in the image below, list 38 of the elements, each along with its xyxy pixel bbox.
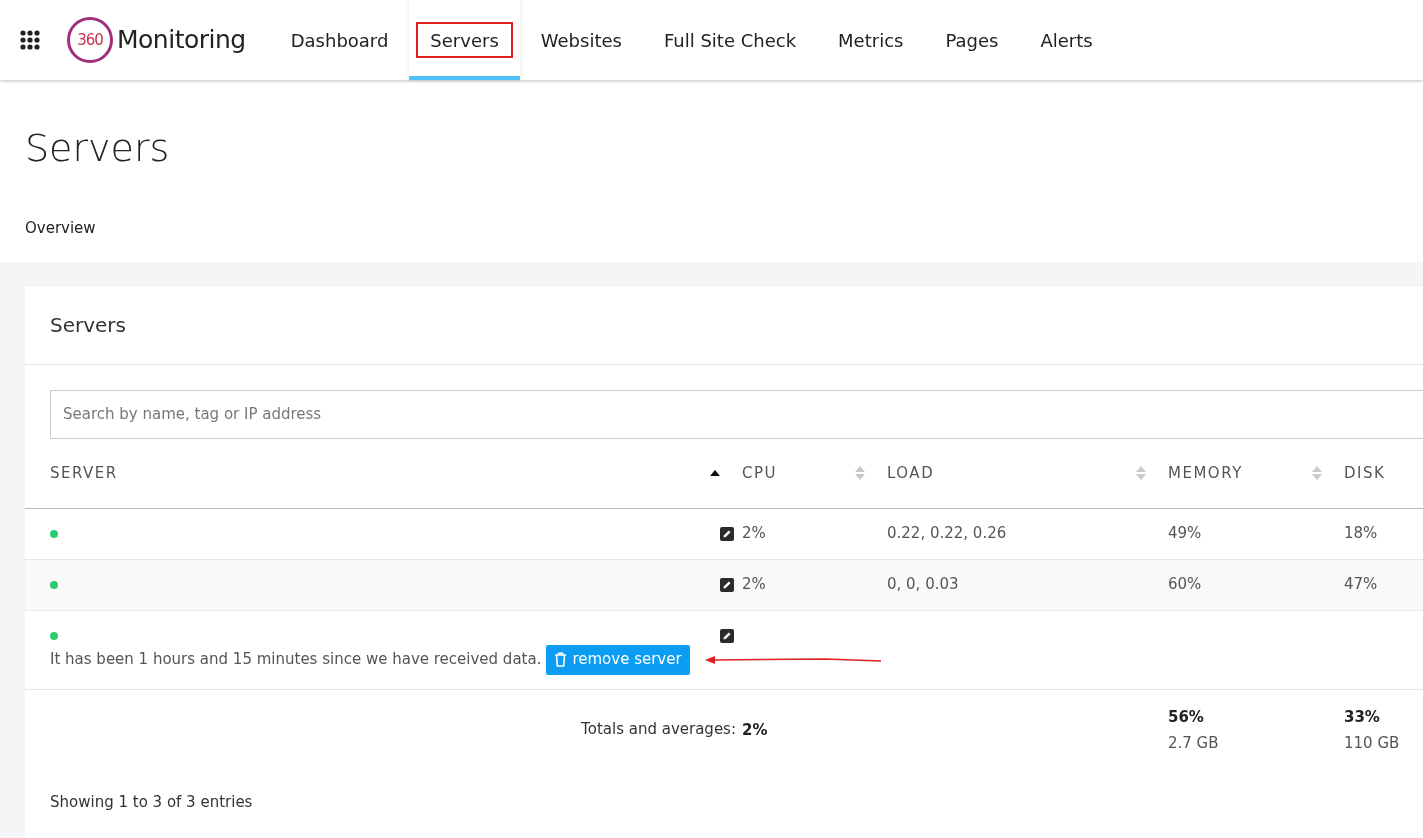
nav-tab[interactable]: Websites: [519, 0, 643, 80]
column-header[interactable]: MEMORY: [1168, 461, 1243, 485]
memory-total: 56%: [1168, 706, 1205, 728]
cpu-total: 2%: [742, 720, 768, 739]
nav-tab[interactable]: Alerts: [1019, 0, 1114, 80]
memory-cell-text: 49%: [1167, 523, 1203, 545]
totals-label: Totals and averages:: [581, 718, 736, 740]
edit-icon[interactable]: [720, 628, 734, 643]
column-header[interactable]: LOAD: [887, 461, 935, 485]
disk-cell-text: 18%: [1343, 523, 1379, 545]
logo-mark: 360: [67, 17, 113, 63]
breadcrumb-link[interactable]: Overview: [25, 217, 96, 240]
load-cell-text: 0, 0, 0.03: [886, 574, 960, 596]
app-grid-icon[interactable]: [20, 30, 40, 50]
edit-icon[interactable]: [720, 577, 734, 592]
disk-total: 33%: [1344, 706, 1381, 728]
cpu-cell-text: 2%: [741, 574, 767, 596]
card-title: Servers: [25, 286, 1423, 365]
stale-data-message: It has been 1 hours and 15 minutes since we have received data.: [50, 649, 542, 671]
nav-tab[interactable]: Dashboard: [269, 0, 410, 80]
page-title: Servers: [25, 125, 171, 172]
column-header[interactable]: SERVER: [50, 461, 118, 485]
logo-text: Monitoring: [117, 24, 246, 57]
trash-icon: [554, 652, 568, 667]
entries-summary: Showing 1 to 3 of 3 entries: [50, 792, 253, 811]
memory-size: 2.7 GB: [1168, 733, 1220, 754]
column-header[interactable]: DISK: [1344, 461, 1386, 485]
search-field[interactable]: Search by name, tag or IP address: [50, 389, 1423, 439]
edit-icon[interactable]: [720, 526, 734, 541]
cpu-cell-text: 2%: [741, 523, 767, 545]
column-header[interactable]: CPU: [742, 461, 777, 485]
nav-tab[interactable]: Pages: [924, 0, 1020, 80]
memory-cell-text: 60%: [1167, 574, 1203, 596]
disk-size: 110 GB: [1344, 733, 1401, 754]
disk-cell-text: 47%: [1343, 574, 1379, 596]
nav-tab[interactable]: Full Site Check: [642, 0, 818, 80]
load-cell-text: 0.22, 0.22, 0.26: [886, 523, 1008, 545]
nav-tab[interactable]: Metrics: [817, 0, 925, 80]
